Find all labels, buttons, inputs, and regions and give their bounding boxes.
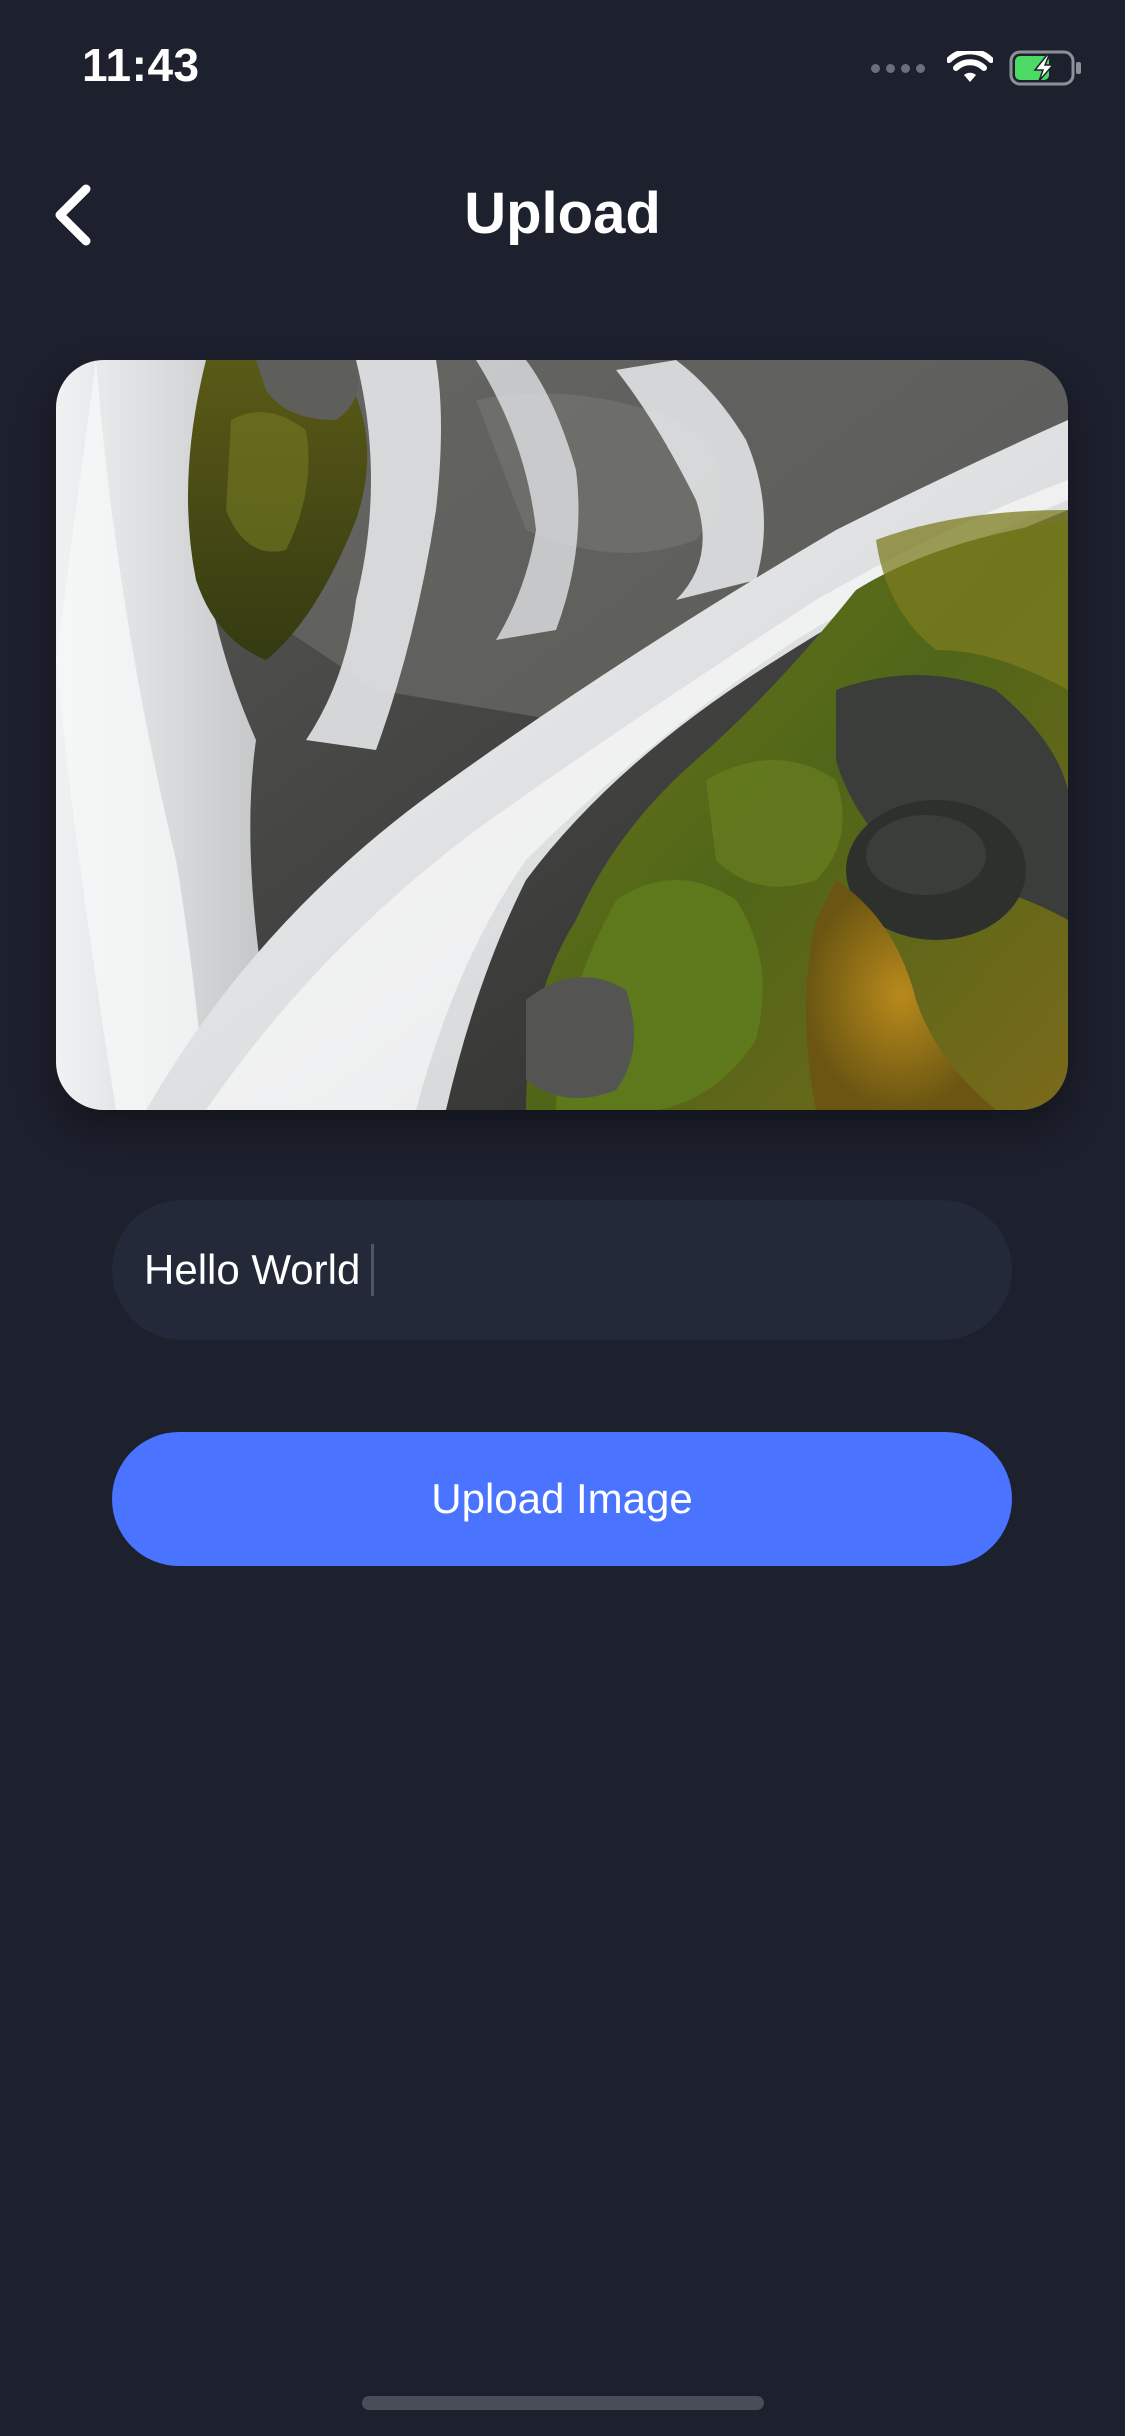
upload-image-button[interactable]: Upload Image [112, 1432, 1012, 1566]
image-preview[interactable] [56, 360, 1068, 1110]
status-bar-time: 11:43 [82, 39, 200, 91]
waterfall-photo [56, 360, 1068, 1110]
caption-input[interactable] [112, 1200, 1012, 1340]
status-bar-indicators [871, 48, 1083, 88]
wifi-icon [947, 51, 993, 85]
text-cursor [371, 1244, 374, 1296]
battery-charging-icon [1009, 49, 1083, 87]
home-indicator[interactable] [362, 2396, 764, 2410]
page-title: Upload [464, 181, 661, 246]
cellular-signal-icon [871, 63, 925, 73]
